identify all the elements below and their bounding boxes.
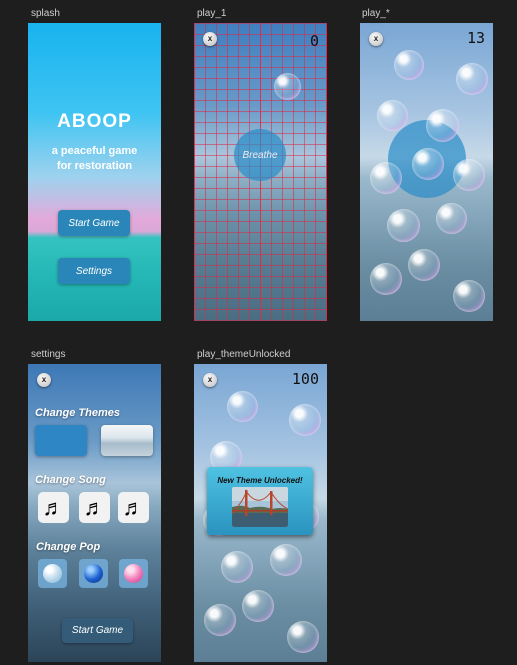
music-note-icon: ♬ (83, 495, 106, 520)
frame-label-splash: splash (31, 8, 60, 19)
change-pop-heading: Change Pop (36, 541, 101, 553)
bubble[interactable] (242, 590, 274, 622)
bubble[interactable] (456, 63, 488, 95)
song-option-1[interactable]: ♬ (38, 492, 69, 523)
blue-ball-icon (84, 564, 103, 583)
bubble[interactable] (274, 73, 301, 100)
breathe-circle: Breathe (234, 129, 286, 181)
bubble[interactable] (227, 391, 258, 422)
close-button[interactable]: x (203, 373, 217, 387)
bubble[interactable] (377, 100, 408, 131)
golden-gate-bridge-image (232, 487, 288, 527)
splash-screen: ABOOP a peaceful game for restoration St… (28, 23, 161, 321)
score-counter: 13 (466, 29, 485, 47)
bubble[interactable] (394, 50, 424, 80)
dialog-title: New Theme Unlocked! (217, 476, 303, 485)
bubble-icon (43, 564, 62, 583)
bubble[interactable] (408, 249, 440, 281)
pop-option-blue[interactable] (79, 559, 108, 588)
bubble[interactable] (453, 159, 485, 191)
score-counter: 0 (309, 32, 319, 50)
bubble[interactable] (412, 148, 444, 180)
bubble[interactable] (426, 109, 459, 142)
close-button[interactable]: x (369, 32, 383, 46)
start-game-button[interactable]: Start Game (58, 210, 130, 236)
change-song-heading: Change Song (35, 474, 106, 486)
bubble[interactable] (221, 551, 253, 583)
play-theme-unlocked-screen: x 100 New Theme Unlocked! (194, 364, 327, 662)
pink-ball-icon (124, 564, 143, 583)
settings-button[interactable]: Settings (58, 258, 130, 284)
score-counter: 100 (291, 370, 319, 388)
play-star-screen: x 13 (360, 23, 493, 321)
frame-label-play-theme-unlocked: play_themeUnlocked (197, 349, 291, 360)
bubble[interactable] (453, 280, 485, 312)
pop-option-bubble[interactable] (38, 559, 67, 588)
settings-screen: x Change Themes Change Song ♬ ♬ ♬ Change… (28, 364, 161, 662)
theme-option-clouds[interactable] (101, 425, 153, 456)
music-note-icon: ♬ (42, 495, 65, 520)
song-option-2[interactable]: ♬ (79, 492, 110, 523)
theme-unlocked-dialog: New Theme Unlocked! (207, 467, 313, 535)
change-themes-heading: Change Themes (35, 407, 120, 419)
close-button[interactable]: x (203, 32, 217, 46)
play-1-screen: x 0 Breathe (194, 23, 327, 321)
music-note-icon: ♬ (122, 495, 145, 520)
new-theme-thumbnail (232, 487, 288, 527)
bubble[interactable] (370, 162, 402, 194)
frame-label-play-1: play_1 (197, 8, 227, 19)
bubble[interactable] (387, 209, 420, 242)
app-title: ABOOP (57, 111, 132, 132)
breathe-label: Breathe (242, 149, 278, 161)
close-button[interactable]: x (37, 373, 51, 387)
bubble[interactable] (270, 544, 302, 576)
bubble[interactable] (287, 621, 319, 653)
frame-label-settings: settings (31, 349, 66, 360)
app-subtitle: a peaceful game for restoration (51, 145, 138, 172)
bubble[interactable] (370, 263, 402, 295)
bubble[interactable] (436, 203, 467, 234)
frame-label-play-star: play_* (362, 8, 390, 19)
bubble[interactable] (289, 404, 321, 436)
theme-option-blue[interactable] (35, 425, 87, 456)
pop-option-pink[interactable] (119, 559, 148, 588)
bubble[interactable] (204, 604, 236, 636)
song-option-3[interactable]: ♬ (118, 492, 149, 523)
start-game-button[interactable]: Start Game (62, 618, 133, 643)
